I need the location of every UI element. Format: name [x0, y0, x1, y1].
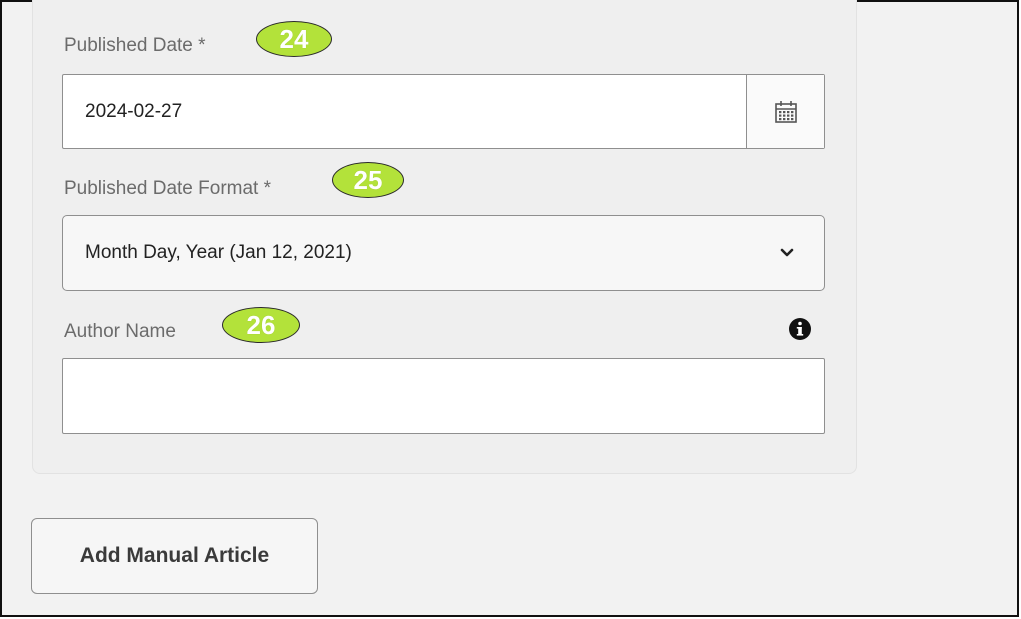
author-name-label: Author Name [64, 321, 176, 342]
screenshot-frame: Published Date * 24 2024-02-27 Published… [0, 0, 1019, 617]
calendar-icon [774, 100, 797, 123]
published-date-format-select[interactable]: Month Day, Year (Jan 12, 2021) [62, 215, 825, 291]
step-badge-25: 25 [332, 162, 404, 198]
add-manual-article-button[interactable]: Add Manual Article [31, 518, 318, 594]
published-date-label: Published Date * [64, 35, 206, 56]
published-date-format-selected: Month Day, Year (Jan 12, 2021) [85, 242, 352, 263]
published-date-field[interactable]: 2024-02-27 [62, 74, 825, 149]
info-icon[interactable] [788, 317, 812, 341]
published-date-format-label: Published Date Format * [64, 178, 271, 199]
calendar-button[interactable] [746, 75, 824, 148]
chevron-down-icon[interactable] [780, 248, 794, 258]
step-badge-24: 24 [256, 21, 332, 57]
author-name-input[interactable] [62, 358, 825, 434]
step-badge-26: 26 [222, 307, 300, 343]
published-date-value[interactable]: 2024-02-27 [85, 75, 182, 148]
